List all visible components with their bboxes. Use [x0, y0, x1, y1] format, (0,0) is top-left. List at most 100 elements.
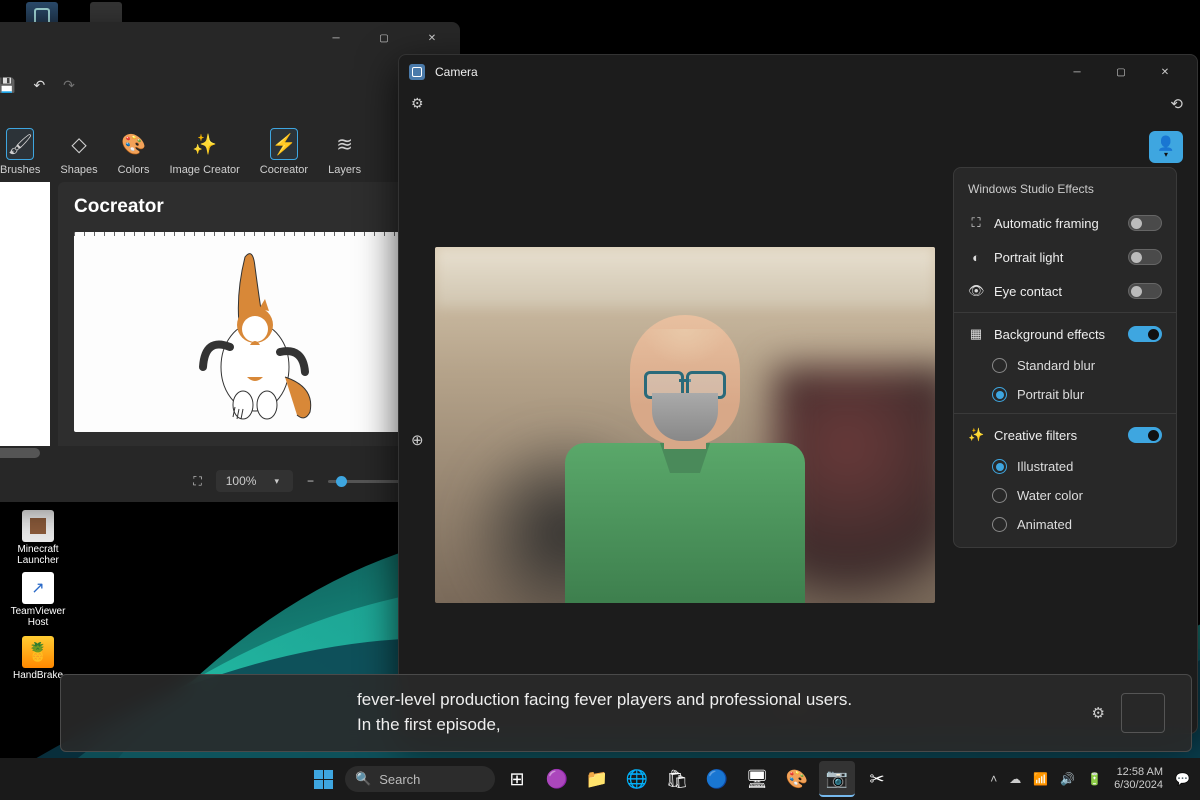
caption-settings-icon[interactable]: ⚙ [1084, 696, 1113, 730]
radio[interactable] [992, 517, 1007, 532]
onedrive-icon[interactable]: ☁ [1009, 772, 1021, 786]
ribbon-image-creator[interactable]: ✨ Image Creator [159, 84, 249, 182]
fx-creative-filters[interactable]: ✨ Creative filters [954, 418, 1176, 452]
layers-icon: ≋ [331, 128, 359, 160]
paint-window: ─ ▢ ✕ 💾 ↶ ↷ 🖌 Brushes ◇ Shapes 🎨 Colors … [0, 22, 460, 502]
radio[interactable] [992, 358, 1007, 373]
system-tray: ˄ ☁ 📶 🔊 🔋 12:58 AM 6/30/2024 💬 [990, 766, 1190, 792]
settings-icon[interactable]: ⚙ [411, 95, 424, 112]
camera-titlebar: Camera ─ ▢ ✕ [399, 55, 1197, 89]
camera-window: Camera ─ ▢ ✕ ⚙ ⟲ 👤 ▾ ⊕ [398, 54, 1198, 734]
minimize-button[interactable]: ─ [314, 24, 358, 52]
copilot-icon[interactable]: 🟣 [539, 761, 575, 797]
zoom-out-icon[interactable]: − [307, 474, 314, 488]
framing-icon: ⛶ [968, 215, 984, 231]
paint-ribbon: 🖌 Brushes ◇ Shapes 🎨 Colors ✨ Image Crea… [0, 54, 460, 182]
icon-label: Minecraft Launcher [17, 544, 59, 566]
live-caption-bar[interactable]: fever-level production facing fever play… [60, 674, 1192, 752]
fx-label: Automatic framing [994, 216, 1118, 231]
ribbon-layers[interactable]: ≋ Layers [318, 84, 371, 182]
bg-option-standard[interactable]: Standard blur [954, 351, 1176, 380]
clock-date: 6/30/2024 [1114, 779, 1163, 792]
paint-body: Cocreator [0, 182, 460, 460]
snip-icon[interactable]: ✂ [859, 761, 895, 797]
zoom-icon[interactable]: ⊕ [411, 431, 424, 449]
notifications-icon[interactable]: 💬 [1175, 772, 1190, 786]
fx-label: Portrait light [994, 250, 1118, 265]
panel-title: Windows Studio Effects [954, 180, 1176, 206]
wifi-icon[interactable]: 📶 [1033, 772, 1048, 786]
zoom-selector[interactable]: 100% ▾ [216, 470, 293, 492]
ribbon-label: Brushes [0, 164, 40, 176]
maximize-button[interactable]: ▢ [1099, 58, 1143, 86]
fx-background-effects[interactable]: ▦ Background effects [954, 317, 1176, 351]
paint-icon[interactable]: 🎨 [779, 761, 815, 797]
redo-icon[interactable]: ↷ [63, 77, 75, 94]
option-label: Portrait blur [1017, 387, 1084, 402]
explorer-icon[interactable]: 📁 [579, 761, 615, 797]
desktop-icon-minecraft[interactable]: Minecraft Launcher [8, 510, 68, 566]
shapes-icon: ◇ [65, 128, 93, 160]
save-icon[interactable]: 💾 [0, 77, 15, 94]
horizontal-scrollbar[interactable] [0, 446, 452, 460]
switch-camera-icon[interactable]: ⟲ [1170, 95, 1183, 113]
desktop-icon-teamviewer[interactable]: TeamViewer Host [8, 572, 68, 628]
task-view-icon[interactable]: ⊞ [499, 761, 535, 797]
paint-titlebar: ─ ▢ ✕ [0, 22, 460, 54]
caption-thumbnail[interactable] [1121, 693, 1165, 733]
ribbon-brushes[interactable]: 🖌 Brushes [0, 84, 50, 182]
bg-option-portrait[interactable]: Portrait blur [954, 380, 1176, 409]
ribbon-shapes[interactable]: ◇ Shapes [50, 84, 107, 182]
toggle[interactable] [1128, 427, 1162, 443]
cocreator-preview[interactable] [74, 232, 436, 432]
fx-auto-framing[interactable]: ⛶ Automatic framing [954, 206, 1176, 240]
toggle[interactable] [1128, 283, 1162, 299]
radio[interactable] [992, 387, 1007, 402]
fx-eye-contact[interactable]: 👁 Eye contact [954, 274, 1176, 308]
search-icon: 🔍 [355, 771, 371, 787]
desktop: Minecraft Launcher TeamViewer Host HandB… [0, 0, 1200, 800]
toggle[interactable] [1128, 215, 1162, 231]
option-label: Animated [1017, 517, 1072, 532]
tray-chevron-icon[interactable]: ˄ [990, 772, 997, 786]
toggle[interactable] [1128, 249, 1162, 265]
effects-toggle-button[interactable]: 👤 ▾ [1149, 131, 1183, 163]
wand-icon: ⚡ [270, 128, 298, 160]
edge-icon[interactable]: 🌐 [619, 761, 655, 797]
ribbon-cocreator[interactable]: ⚡ Cocreator [250, 84, 318, 182]
creative-option-illustrated[interactable]: Illustrated [954, 452, 1176, 481]
undo-icon[interactable]: ↶ [33, 77, 45, 94]
clock[interactable]: 12:58 AM 6/30/2024 [1114, 766, 1163, 792]
clipchamp-icon[interactable]: 🔵 [699, 761, 735, 797]
desktop-icon-handbrake[interactable]: HandBrake [8, 636, 68, 681]
palette-icon: 🎨 [120, 128, 148, 160]
camera-app-icon [409, 64, 425, 80]
battery-icon[interactable]: 🔋 [1087, 772, 1102, 786]
sparkle-icon: ✨ [968, 427, 984, 443]
radio[interactable] [992, 488, 1007, 503]
eye-icon: 👁 [968, 283, 984, 299]
search-placeholder: Search [379, 772, 420, 787]
creative-option-watercolor[interactable]: Water color [954, 481, 1176, 510]
start-button[interactable] [305, 761, 341, 797]
taskbar-search[interactable]: 🔍 Search [345, 766, 495, 792]
settings-icon[interactable]: 🖥 [739, 761, 775, 797]
ribbon-colors[interactable]: 🎨 Colors [108, 84, 160, 182]
toggle[interactable] [1128, 326, 1162, 342]
camera-taskbar-icon[interactable]: 📷 [819, 761, 855, 797]
camera-viewfinder [435, 247, 935, 603]
fit-screen-icon[interactable]: ⛶ [193, 474, 201, 489]
ribbon-label: Layers [328, 164, 361, 176]
close-button[interactable]: ✕ [1143, 58, 1187, 86]
close-button[interactable]: ✕ [410, 24, 454, 52]
fx-portrait-light[interactable]: ◐ Portrait light [954, 240, 1176, 274]
volume-icon[interactable]: 🔊 [1060, 772, 1075, 786]
cocreator-panel: Cocreator [58, 182, 452, 460]
minimize-button[interactable]: ─ [1055, 58, 1099, 86]
icon-label: HandBrake [13, 670, 63, 681]
creative-option-animated[interactable]: Animated [954, 510, 1176, 539]
paint-canvas[interactable] [0, 182, 50, 460]
store-icon[interactable]: 🛍 [659, 761, 695, 797]
radio[interactable] [992, 459, 1007, 474]
maximize-button[interactable]: ▢ [362, 24, 406, 52]
